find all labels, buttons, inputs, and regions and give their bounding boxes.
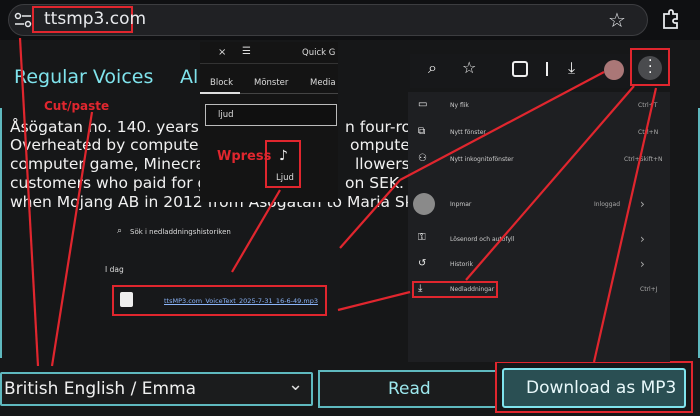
annotation-lines [18,37,658,367]
